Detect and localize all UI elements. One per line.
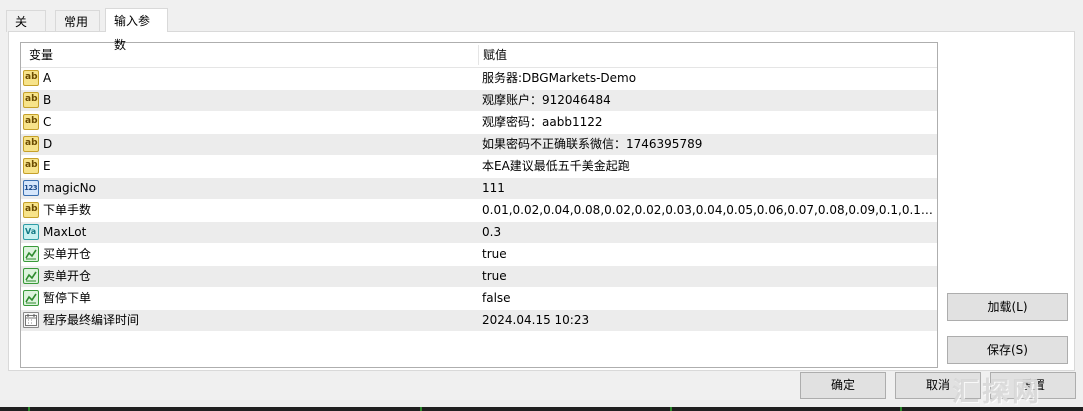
- tab-common[interactable]: 常用: [55, 10, 100, 32]
- bool-icon: [23, 290, 39, 306]
- tab-inputs[interactable]: 输入参数: [105, 8, 168, 52]
- parameter-row[interactable]: ab 下单手数 0.01,0.02,0.04,0.08,0.02,0.02,0.03…: [21, 200, 937, 222]
- string-ab-icon: ab: [23, 92, 39, 108]
- parameter-name: E: [43, 159, 51, 173]
- string-ab-icon: ab: [23, 202, 39, 218]
- tab-about[interactable]: 关于: [6, 10, 46, 51]
- parameter-name: 卖单开仓: [43, 269, 92, 283]
- bottom-edge: [0, 407, 1083, 411]
- integer-123-icon: 123: [23, 180, 39, 196]
- bool-icon: [23, 268, 39, 284]
- parameter-row[interactable]: ab D 如果密码不正确联系微信：1746395789: [21, 134, 937, 156]
- save-button[interactable]: 保存(S): [947, 336, 1068, 364]
- double-val-icon: Va: [23, 224, 39, 240]
- datetime-icon: [23, 312, 39, 328]
- parameter-name: A: [43, 71, 52, 85]
- parameter-value[interactable]: 本EA建议最低五千美金起跑: [482, 156, 934, 177]
- reset-button[interactable]: 重置: [990, 372, 1076, 399]
- parameter-name: 下单手数: [43, 203, 92, 217]
- string-ab-icon: ab: [23, 114, 39, 130]
- ok-button[interactable]: 确定: [800, 372, 886, 399]
- parameter-name: C: [43, 115, 52, 129]
- parameter-value[interactable]: false: [482, 288, 934, 309]
- grid-rows: ab A 服务器:DBGMarkets-Demo ab B 观摩账户：912046484 a…: [21, 68, 937, 332]
- parameter-row[interactable]: Va MaxLot 0.3: [21, 222, 937, 244]
- parameter-row[interactable]: 暂停下单 false: [21, 288, 937, 310]
- parameter-value[interactable]: 如果密码不正确联系微信：1746395789: [482, 134, 934, 155]
- parameter-value[interactable]: 0.01,0.02,0.04,0.08,0.02,0.02,0.03,0.04,…: [482, 200, 934, 221]
- parameter-value[interactable]: 观摩账户：912046484: [482, 90, 934, 111]
- header-separator[interactable]: [478, 45, 479, 65]
- header-value[interactable]: 赋值: [483, 43, 507, 67]
- header-variable[interactable]: 变量: [29, 43, 53, 67]
- parameter-name: 买单开仓: [43, 247, 92, 261]
- parameter-row[interactable]: ab E 本EA建议最低五千美金起跑: [21, 156, 937, 178]
- parameter-row[interactable]: ab A 服务器:DBGMarkets-Demo: [21, 68, 937, 90]
- cancel-button[interactable]: 取消: [895, 372, 981, 399]
- parameter-name: MaxLot: [43, 225, 87, 239]
- parameter-name: 暂停下单: [43, 291, 92, 305]
- grid-header: 变量 赋值: [21, 43, 937, 68]
- parameter-value[interactable]: 服务器:DBGMarkets-Demo: [482, 68, 934, 89]
- parameter-row[interactable]: 卖单开仓 true: [21, 266, 937, 288]
- parameter-row[interactable]: ab B 观摩账户：912046484: [21, 90, 937, 112]
- parameter-value[interactable]: true: [482, 266, 934, 287]
- parameter-value[interactable]: 2024.04.15 10:23: [482, 310, 934, 331]
- parameter-row[interactable]: 买单开仓 true: [21, 244, 937, 266]
- parameter-name: magicNo: [43, 181, 96, 195]
- parameter-row[interactable]: ab C 观摩密码：aabb1122: [21, 112, 937, 134]
- load-button[interactable]: 加载(L): [947, 293, 1068, 321]
- bool-icon: [23, 246, 39, 262]
- string-ab-icon: ab: [23, 136, 39, 152]
- string-ab-icon: ab: [23, 70, 39, 86]
- parameter-name: D: [43, 137, 53, 151]
- parameter-value[interactable]: true: [482, 244, 934, 265]
- parameter-name: 程序最终编译时间: [43, 313, 140, 327]
- parameter-value[interactable]: 0.3: [482, 222, 934, 243]
- parameter-value[interactable]: 观摩密码：aabb1122: [482, 112, 934, 133]
- parameter-row[interactable]: 123 magicNo 111: [21, 178, 937, 200]
- parameter-row[interactable]: 程序最终编译时间 2024.04.15 10:23: [21, 310, 937, 332]
- parameter-value[interactable]: 111: [482, 178, 934, 199]
- parameters-grid: 变量 赋值 ab A 服务器:DBGMarkets-Demo ab B 观摩账户：9120…: [20, 42, 938, 368]
- string-ab-icon: ab: [23, 158, 39, 174]
- parameter-name: B: [43, 93, 52, 107]
